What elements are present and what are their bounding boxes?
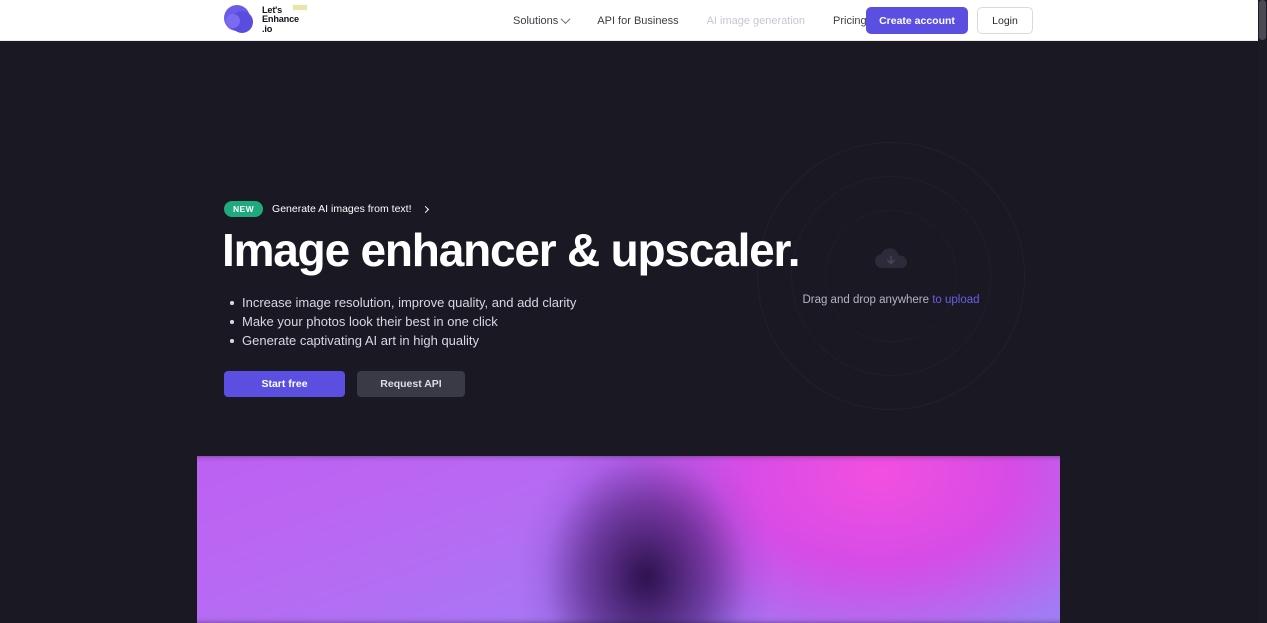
upload-text-plain: Drag and drop anywhere xyxy=(802,293,933,306)
lets-enhance-logo-mark xyxy=(224,4,255,35)
nav-label-api-for-business: API for Business xyxy=(597,14,679,27)
chevron-down-icon xyxy=(560,14,571,25)
login-button[interactable]: Login xyxy=(977,7,1033,34)
hero-feature-list: Increase image resolution, improve quali… xyxy=(228,293,576,350)
list-item: Generate captivating AI art in high qual… xyxy=(228,331,576,350)
hero-cta-group: Start free Request API xyxy=(224,371,465,397)
create-account-button[interactable]: Create account xyxy=(866,7,968,34)
nav-item-ai-image-generation[interactable]: AI image generation xyxy=(707,15,819,27)
nav-label-ai-image-generation: AI image generation xyxy=(706,14,806,27)
cloud-upload-icon xyxy=(874,247,908,276)
logo-line-3: .io xyxy=(262,23,273,34)
nav-item-solutions[interactable]: Solutions xyxy=(513,14,583,27)
page-title: Image enhancer & upscaler. xyxy=(222,224,800,276)
showcase-preview-image xyxy=(197,456,1060,623)
browser-viewport: Let's Enhance .io Solutions API for Busi… xyxy=(0,0,1258,623)
nav-label-pricing: Pricing xyxy=(833,14,867,27)
upload-dropzone[interactable]: Drag and drop anywhere to upload xyxy=(757,142,1025,410)
upload-link[interactable]: to upload xyxy=(932,294,979,306)
list-item: Increase image resolution, improve quali… xyxy=(228,293,576,312)
new-feature-label: Generate AI images from text! xyxy=(272,203,412,215)
logo-accent-bar xyxy=(293,4,307,10)
site-header: Let's Enhance .io Solutions API for Busi… xyxy=(0,0,1258,41)
vertical-scrollbar[interactable] xyxy=(1258,0,1267,623)
nav-item-api-for-business[interactable]: API for Business xyxy=(597,15,692,27)
hero-section: NEW Generate AI images from text! Image … xyxy=(0,41,1258,456)
list-item: Make your photos look their best in one … xyxy=(228,312,576,331)
status-badge-new: NEW xyxy=(224,201,264,217)
site-logo[interactable]: Let's Enhance .io xyxy=(224,4,307,35)
request-api-button[interactable]: Request API xyxy=(357,371,465,397)
upload-instruction-text: Drag and drop anywhere to upload xyxy=(802,294,979,306)
logo-wordmark: Let's Enhance .io xyxy=(262,4,307,35)
new-feature-banner[interactable]: NEW Generate AI images from text! xyxy=(224,201,429,217)
start-free-button[interactable]: Start free xyxy=(224,371,345,397)
nav-label-solutions: Solutions xyxy=(513,14,559,27)
scrollbar-thumb[interactable] xyxy=(1259,0,1266,40)
chevron-right-icon xyxy=(421,205,429,213)
